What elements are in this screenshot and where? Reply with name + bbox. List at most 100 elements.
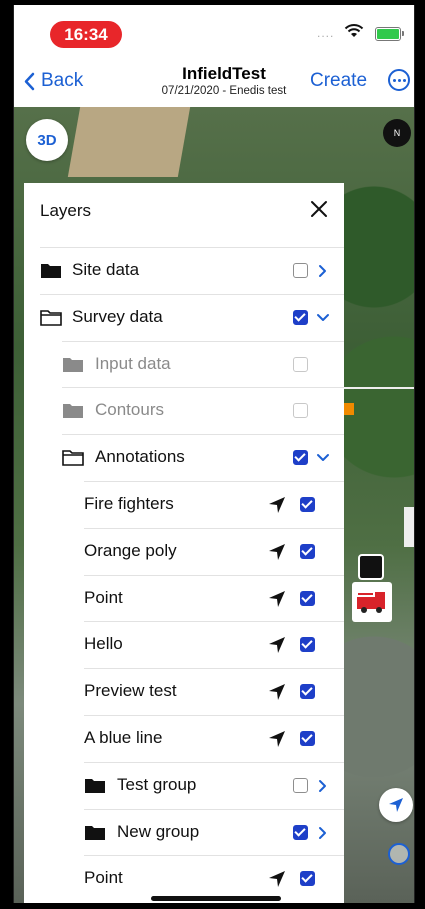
layer-row[interactable]: Input data — [24, 340, 344, 388]
layer-label: A blue line — [84, 728, 163, 747]
layer-visibility-checkbox — [293, 356, 308, 372]
layer-row[interactable]: Contours — [24, 387, 344, 434]
layer-visibility-checkbox[interactable] — [293, 263, 308, 278]
status-bar: 16:34 .... — [14, 5, 414, 55]
row-divider — [40, 247, 344, 248]
page-title: InfieldTest — [182, 64, 266, 83]
chevron-down-icon[interactable] — [316, 311, 330, 325]
layer-visibility-checkbox — [293, 403, 308, 419]
layer-visibility-checkbox[interactable] — [293, 450, 308, 466]
layer-label: Hello — [84, 634, 123, 654]
layer-label: Annotations — [95, 447, 185, 467]
app-frame: 16:34 .... Back InfieldTest 07/21/2020 -… — [13, 5, 415, 903]
layer-row[interactable]: Site data — [24, 247, 344, 294]
battery-icon — [375, 27, 404, 41]
layer-row[interactable]: Annotations — [24, 434, 344, 481]
layers-header: Layers — [24, 183, 344, 239]
layer-visibility-checkbox[interactable] — [300, 497, 315, 512]
layer-row[interactable]: Test group — [24, 761, 344, 809]
layer-label: Survey data — [72, 306, 163, 326]
layer-visibility-checkbox[interactable] — [300, 731, 315, 746]
home-indicator — [151, 896, 281, 901]
row-divider — [84, 715, 344, 716]
chevron-right-icon[interactable] — [316, 779, 330, 793]
row-divider — [84, 668, 344, 670]
page-subtitle: 07/21/2020 - Enedis test — [161, 85, 287, 97]
fire-truck-icon — [357, 592, 385, 613]
navigate-to-icon[interactable] — [268, 683, 286, 701]
signal-icon: .... — [317, 26, 335, 40]
row-divider — [84, 574, 344, 576]
map-field-area — [67, 107, 191, 177]
folder-filled-icon — [63, 357, 83, 372]
layer-visibility-checkbox[interactable] — [293, 309, 308, 325]
create-button[interactable]: Create — [310, 70, 367, 92]
row-divider — [84, 808, 344, 810]
layer-visibility-checkbox[interactable] — [300, 543, 315, 559]
navigate-to-icon[interactable] — [268, 496, 286, 514]
chevron-down-icon[interactable] — [316, 451, 330, 465]
more-options-button[interactable] — [388, 69, 410, 91]
navigate-to-icon[interactable] — [268, 730, 286, 748]
compass-icon[interactable]: N — [383, 119, 411, 147]
layer-visibility-checkbox[interactable] — [300, 871, 315, 887]
layer-row[interactable]: Preview test — [24, 668, 344, 715]
layer-label: Point — [84, 868, 123, 888]
layer-row[interactable]: Survey data — [24, 293, 344, 341]
layer-visibility-checkbox[interactable] — [293, 777, 308, 793]
layer-label: Point — [84, 587, 123, 607]
chevron-left-icon — [24, 72, 35, 90]
row-divider — [84, 527, 344, 529]
row-divider — [84, 621, 344, 623]
folder-outline-icon — [62, 450, 84, 466]
layer-visibility-checkbox[interactable] — [300, 684, 315, 700]
folder-filled-icon — [41, 264, 61, 278]
folder-filled-icon — [63, 404, 83, 419]
layer-label: New group — [117, 821, 200, 841]
navigate-to-icon[interactable] — [268, 590, 286, 608]
layer-visibility-checkbox[interactable] — [300, 590, 315, 606]
close-icon[interactable] — [308, 198, 330, 220]
layer-row[interactable]: New group — [24, 808, 344, 856]
fire-truck-marker-icon[interactable] — [352, 582, 392, 622]
locate-me-button[interactable] — [379, 788, 413, 822]
status-time: 16:34 — [50, 21, 122, 48]
layer-row[interactable]: Fire fighters — [24, 481, 344, 528]
map-road — [404, 507, 414, 547]
layer-row[interactable]: Point — [24, 574, 344, 622]
layer-row[interactable]: A blue line — [24, 715, 344, 762]
edit-marker-icon[interactable] — [358, 554, 384, 580]
row-divider — [84, 481, 344, 482]
layer-label: Preview test — [84, 681, 177, 701]
back-label: Back — [41, 70, 84, 91]
back-button[interactable]: Back — [24, 70, 83, 92]
layer-row[interactable]: Orange poly — [24, 527, 344, 575]
folder-filled-icon — [85, 825, 105, 840]
3d-toggle-button[interactable]: 3D — [26, 119, 68, 161]
navigate-to-icon[interactable] — [268, 636, 286, 654]
navigate-to-icon[interactable] — [268, 870, 286, 888]
layer-label: Site data — [72, 260, 140, 279]
layers-panel: Layers Site data Survey data Input data Con… — [24, 183, 344, 903]
layer-label: Test group — [117, 774, 197, 794]
chevron-right-icon[interactable] — [316, 826, 330, 840]
layer-row[interactable]: Hello — [24, 621, 344, 668]
layer-visibility-checkbox[interactable] — [293, 824, 308, 840]
navigation-bar: Back InfieldTest 07/21/2020 - Enedis tes… — [14, 55, 414, 107]
chevron-right-icon[interactable] — [316, 264, 330, 278]
layer-visibility-checkbox[interactable] — [300, 637, 315, 653]
layer-label: Fire fighters — [84, 494, 174, 513]
row-divider — [84, 855, 344, 857]
layer-label: Orange poly — [84, 540, 177, 560]
row-divider — [40, 293, 344, 295]
layer-label: Contours — [95, 400, 164, 420]
location-arrow-icon — [389, 798, 403, 812]
map-road — [344, 387, 414, 389]
layer-label: Input data — [95, 353, 171, 373]
row-divider — [84, 761, 344, 763]
map-info-icon[interactable] — [388, 843, 410, 865]
row-divider — [62, 434, 344, 436]
folder-outline-icon — [40, 309, 62, 326]
navigate-to-icon[interactable] — [268, 543, 286, 561]
folder-filled-icon — [85, 778, 105, 793]
